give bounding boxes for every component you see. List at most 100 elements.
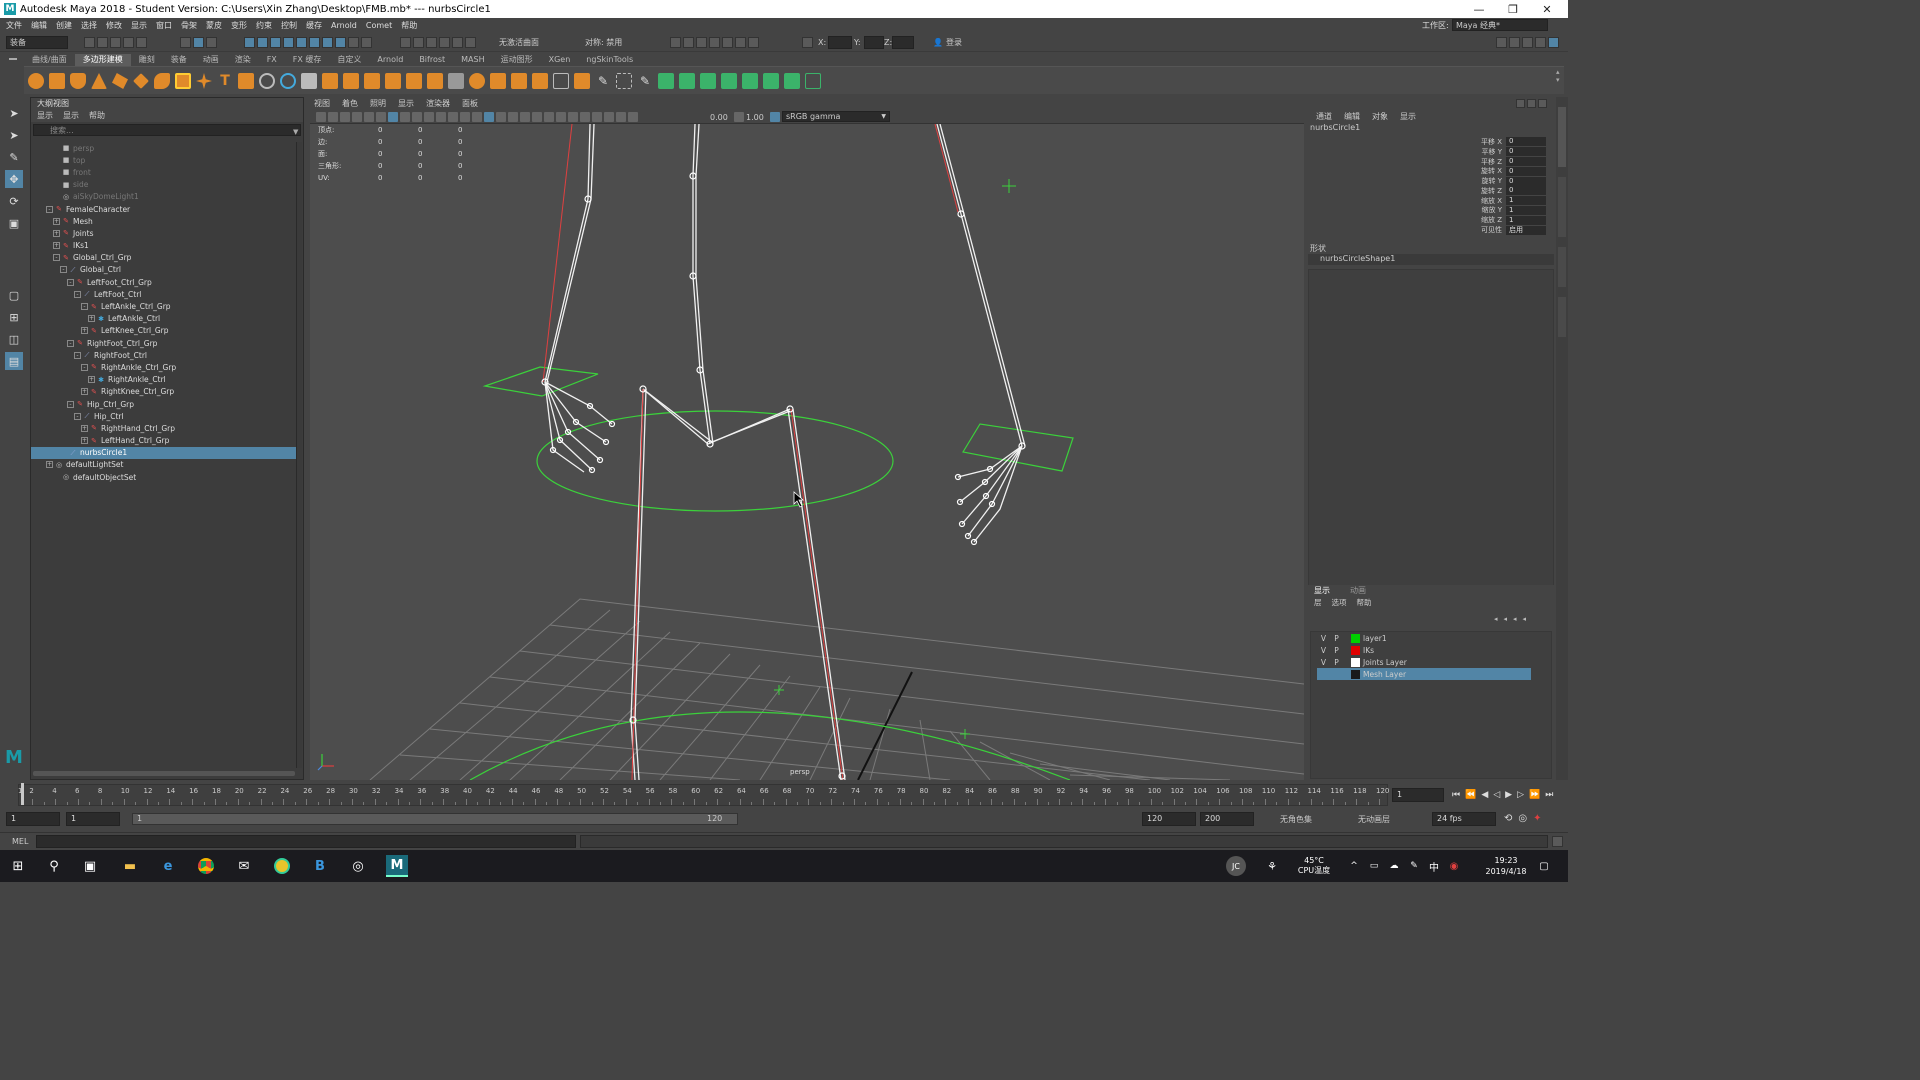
layer-color-swatch[interactable] xyxy=(1351,633,1360,643)
combine-icon[interactable] xyxy=(259,73,275,89)
layer-row[interactable]: V P layer1 xyxy=(1317,632,1531,644)
svg-icon[interactable] xyxy=(238,73,254,89)
toggle-selection-icon[interactable] xyxy=(805,73,821,89)
layer-move-down-icon[interactable]: ◂ xyxy=(1504,615,1508,623)
cut-uv-icon[interactable] xyxy=(553,73,569,89)
time-slider-track[interactable]: 1246810121416182022242628303234363840424… xyxy=(18,783,1389,806)
uv-editor-icon[interactable] xyxy=(448,73,464,89)
command-input[interactable] xyxy=(36,835,576,848)
outliner-persp-layout-icon[interactable]: ▤ xyxy=(5,352,23,370)
convert-selection-icon[interactable] xyxy=(742,73,758,89)
symmetry-dropdown[interactable]: 对称: 禁用 xyxy=(582,36,646,49)
play-forward-icon[interactable]: ▶ xyxy=(1505,790,1512,800)
auto-map-icon[interactable] xyxy=(511,73,527,89)
color-management-icon[interactable] xyxy=(770,112,780,122)
four-view-icon[interactable]: ⊞ xyxy=(5,308,23,326)
channel-box-icon[interactable] xyxy=(1535,37,1546,48)
step-forward-frame-icon[interactable]: ▷ xyxy=(1517,790,1524,800)
bookmark-icon[interactable] xyxy=(340,112,350,122)
poly-cylinder-icon[interactable] xyxy=(70,73,86,89)
wireframe-icon[interactable] xyxy=(472,112,482,122)
channel-attribute-value[interactable]: 启用 xyxy=(1506,225,1546,235)
fps-dropdown[interactable]: 24 fps xyxy=(1432,812,1496,826)
lock-icon[interactable] xyxy=(348,37,359,48)
exposure-value[interactable]: 0.00 xyxy=(710,113,728,122)
menu-windows[interactable]: 窗口 xyxy=(156,20,172,31)
outliner-node[interactable]: + ✎ LeftHand_Ctrl_Grp xyxy=(31,435,297,447)
shelf-tab-bifrost[interactable]: Bifrost xyxy=(411,54,453,66)
outliner-node[interactable]: - ✎ RightAnkle_Ctrl_Grp xyxy=(31,361,297,373)
channel-attribute-value[interactable]: 0 xyxy=(1506,137,1546,147)
select-tool-icon[interactable]: ➤ xyxy=(5,104,23,122)
menu-constrain[interactable]: 约束 xyxy=(256,20,272,31)
layer-visibility-toggle[interactable]: V xyxy=(1317,634,1330,643)
channel-attribute-row[interactable]: 缩放 Y 1 xyxy=(1306,205,1556,216)
user-avatar[interactable]: JC xyxy=(1226,856,1246,876)
viewport-menu-renderer[interactable]: 渲染器 xyxy=(426,98,450,109)
tool-settings-icon[interactable] xyxy=(1522,37,1533,48)
use-all-lights-icon[interactable] xyxy=(532,112,542,122)
anti-aliasing-icon[interactable] xyxy=(580,112,590,122)
clock[interactable]: 19:23 2019/4/18 xyxy=(1480,850,1532,882)
select-hierarchy-icon[interactable] xyxy=(180,37,191,48)
channel-attribute-row[interactable]: 平移 Y 0 xyxy=(1306,147,1556,157)
poly-sphere-icon[interactable] xyxy=(28,73,44,89)
command-language-label[interactable]: MEL xyxy=(12,837,28,846)
step-forward-key-icon[interactable]: ⏩ xyxy=(1529,790,1540,800)
platonic-solid-icon[interactable] xyxy=(175,73,191,89)
shelf-tab-ngskintools[interactable]: ngSkinTools xyxy=(578,54,641,66)
menu-file[interactable]: 文件 xyxy=(6,20,22,31)
expand-icon[interactable]: + xyxy=(53,242,60,250)
highlight-icon[interactable] xyxy=(361,37,372,48)
grid-toggle-icon[interactable] xyxy=(388,112,398,122)
chrome-icon[interactable] xyxy=(196,856,216,876)
layer-tab-anim[interactable]: 动画 xyxy=(1350,585,1366,596)
menu-help[interactable]: 帮助 xyxy=(401,20,417,31)
scale-tool-icon[interactable]: ▣ xyxy=(5,214,23,232)
open-scene-icon[interactable] xyxy=(97,37,108,48)
poly-disc-icon[interactable] xyxy=(154,73,170,89)
side-tab-attribute-editor[interactable] xyxy=(1558,177,1566,237)
transform-mode-icon[interactable] xyxy=(802,37,813,48)
sphere-uv-icon[interactable] xyxy=(469,73,485,89)
menu-display[interactable]: 显示 xyxy=(131,20,147,31)
close-button[interactable]: ✕ xyxy=(1530,0,1564,18)
menu-skeleton[interactable]: 骨架 xyxy=(181,20,197,31)
target-weld-icon[interactable] xyxy=(616,73,632,89)
menu-select[interactable]: 选择 xyxy=(81,20,97,31)
outliner-node[interactable]: - ✎ Hip_Ctrl_Grp xyxy=(31,398,297,410)
live-surface-field[interactable]: 无激活曲面 xyxy=(496,36,560,49)
cpu-temp-widget[interactable]: 45°C CPU温度 xyxy=(1292,850,1336,882)
poly-plane-icon[interactable] xyxy=(133,73,149,89)
outliner-search-input[interactable]: 搜索... xyxy=(33,124,301,136)
script-editor-icon[interactable] xyxy=(1552,836,1563,847)
ambient-occlusion-icon[interactable] xyxy=(556,112,566,122)
security-icon[interactable]: ◉ xyxy=(1446,850,1462,882)
expand-icon[interactable]: + xyxy=(88,315,95,323)
outliner-node[interactable]: ■ top xyxy=(31,154,297,166)
poly-torus-icon[interactable] xyxy=(112,73,128,89)
menu-skin[interactable]: 蒙皮 xyxy=(206,20,222,31)
tray-expand-icon[interactable]: ^ xyxy=(1346,850,1362,882)
y-field[interactable] xyxy=(864,36,884,49)
channel-box-menu-object[interactable]: 对象 xyxy=(1372,111,1388,123)
menu-create[interactable]: 创建 xyxy=(56,20,72,31)
layer-menu-help[interactable]: 帮助 xyxy=(1357,597,1372,608)
pen-icon[interactable]: ✎ xyxy=(1406,850,1422,882)
unfold-icon[interactable] xyxy=(532,73,548,89)
outliner-node[interactable]: + ✱ LeftAnkle_Ctrl xyxy=(31,313,297,325)
outliner-node[interactable]: - ⟋ LeftFoot_Ctrl xyxy=(31,288,297,300)
select-shell-icon[interactable] xyxy=(721,73,737,89)
safe-title-icon[interactable] xyxy=(460,112,470,122)
shelf-tab-custom[interactable]: 自定义 xyxy=(329,54,369,66)
paint-select-icon[interactable]: ✎ xyxy=(5,148,23,166)
select-border-icon[interactable] xyxy=(700,73,716,89)
outliner-node[interactable]: + ✎ Mesh xyxy=(31,215,297,227)
outliner-node[interactable]: - ⟋ Hip_Ctrl xyxy=(31,410,297,422)
go-to-start-icon[interactable]: ⏮ xyxy=(1452,790,1460,800)
menu-set-dropdown[interactable]: 装备 xyxy=(6,36,68,49)
two-view-icon[interactable]: ◫ xyxy=(5,330,23,348)
animation-prefs-icon[interactable]: ✦ xyxy=(1533,813,1541,824)
bridge-icon[interactable] xyxy=(385,73,401,89)
undo-icon[interactable] xyxy=(123,37,134,48)
